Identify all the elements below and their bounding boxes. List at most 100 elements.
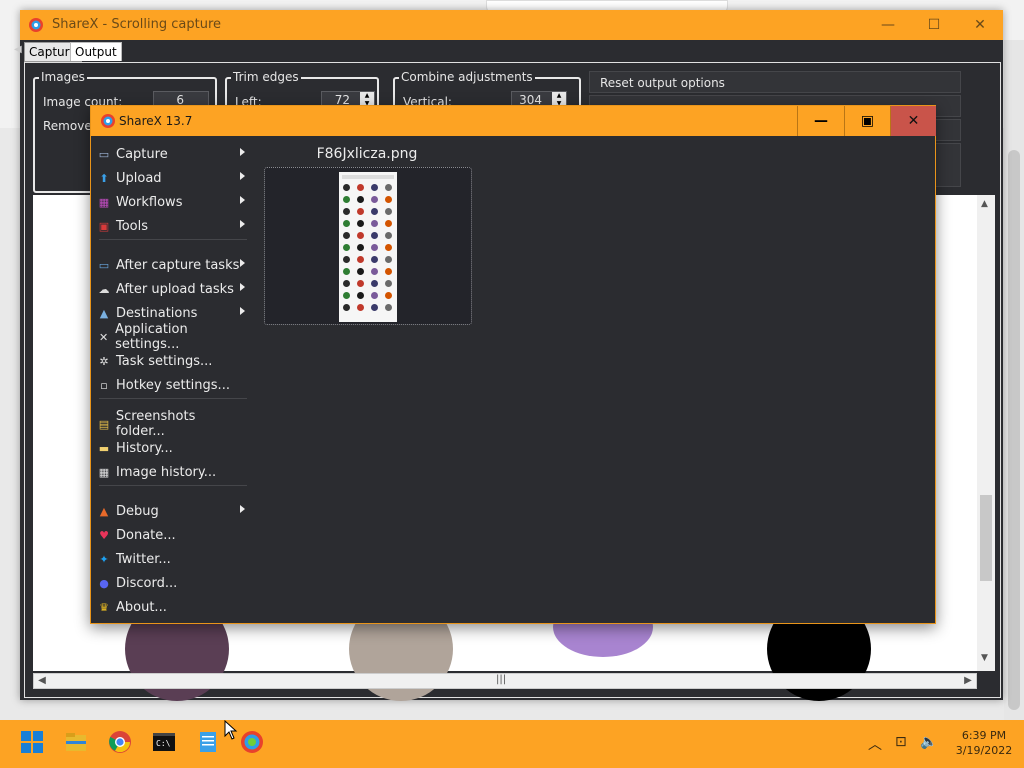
thumbnail-dot bbox=[385, 280, 392, 287]
clock-time: 6:39 PM bbox=[961, 729, 1007, 742]
tools-icon: ▣ bbox=[98, 219, 110, 233]
menu-item-after-capture-tasks[interactable]: ▭ After capture tasks bbox=[97, 254, 247, 276]
menu-item-label: Upload bbox=[116, 170, 162, 186]
menu-item-label: Tools bbox=[116, 218, 149, 234]
background-scroll-thumb[interactable] bbox=[1008, 150, 1020, 710]
reset-output-options-button[interactable]: Reset output options bbox=[589, 71, 961, 93]
thumbnail-dot bbox=[357, 208, 364, 215]
menu-item-task-settings[interactable]: ✲ Task settings... bbox=[97, 350, 247, 372]
thumbnail-filename: F86Jxlicza.png bbox=[316, 146, 418, 162]
thumbnail-dot bbox=[371, 208, 378, 215]
main-menu: ▭ Capture ⬆ Upload ▦ Workflows ▣ Tools ▭ After ca… bbox=[91, 136, 251, 623]
thumbnail-dot bbox=[385, 256, 392, 263]
thumbnail-card[interactable] bbox=[264, 167, 472, 325]
thumbnail-dot bbox=[343, 268, 350, 275]
menu-item-label: Workflows bbox=[116, 194, 183, 210]
start-icon[interactable] bbox=[20, 730, 44, 754]
menu-separator bbox=[99, 398, 247, 399]
background-scrollbar[interactable] bbox=[1004, 40, 1024, 720]
thumbnail-header bbox=[342, 175, 394, 179]
thumbnail-dot bbox=[357, 220, 364, 227]
scroll-left-icon[interactable]: ◀ bbox=[34, 674, 50, 688]
after-capture-icon: ▭ bbox=[98, 258, 110, 272]
menu-item-donate[interactable]: ♥ Donate... bbox=[97, 524, 247, 546]
menu-item-debug[interactable]: ▲ Debug bbox=[97, 500, 247, 522]
terminal-icon[interactable]: C:\ bbox=[152, 730, 176, 754]
thumbnail-dot bbox=[385, 268, 392, 275]
tab-scroll-left-icon[interactable]: ◀ bbox=[14, 44, 22, 55]
menu-item-application-settings[interactable]: ✕ Application settings... bbox=[97, 322, 247, 352]
thumbnail-dot bbox=[357, 268, 364, 275]
main-titlebar[interactable]: ShareX 13.7 — ▣ ✕ bbox=[91, 106, 936, 136]
sharex-logo-icon bbox=[101, 114, 115, 128]
chrome-icon[interactable] bbox=[108, 730, 132, 754]
submenu-arrow-icon bbox=[240, 259, 245, 267]
scroll-up-icon[interactable]: ▲ bbox=[981, 199, 988, 209]
menu-item-label: Twitter... bbox=[116, 551, 171, 567]
thumbnail-dot bbox=[357, 292, 364, 299]
menu-item-label: Screenshots folder... bbox=[115, 409, 196, 439]
menu-item-capture[interactable]: ▭ Capture bbox=[97, 143, 247, 165]
upload-icon: ⬆ bbox=[99, 171, 109, 185]
preview-scroll-thumb[interactable] bbox=[980, 495, 992, 581]
chevron-up-icon[interactable]: ︿ bbox=[868, 734, 882, 754]
preview-vertical-scrollbar[interactable]: ▲ ▼ bbox=[977, 195, 995, 671]
thumbnail-dot bbox=[385, 208, 392, 215]
thumbnail-dot bbox=[343, 196, 350, 203]
thumbnail-dot bbox=[343, 256, 350, 263]
close-button[interactable]: ✕ bbox=[957, 10, 1003, 40]
thumbnail-dot bbox=[357, 232, 364, 239]
thumbnail-dot bbox=[343, 208, 350, 215]
clock[interactable]: 6:39 PM 3/19/2022 bbox=[954, 728, 1014, 758]
menu-separator bbox=[99, 485, 247, 486]
menu-item-screenshots-folder[interactable]: ▤ Screenshots folder... bbox=[97, 409, 247, 439]
capture-icon: ▭ bbox=[98, 147, 110, 161]
sharex-icon[interactable] bbox=[240, 730, 264, 754]
h-scroll-thumb[interactable]: ||| bbox=[496, 674, 506, 685]
thumbnail-dot bbox=[357, 256, 364, 263]
discord-icon: ● bbox=[99, 576, 109, 590]
thumbnail-dot bbox=[343, 244, 350, 251]
main-close-button[interactable]: ✕ bbox=[890, 106, 936, 136]
maximize-button[interactable]: ☐ bbox=[911, 10, 957, 40]
main-maximize-button[interactable]: ▣ bbox=[844, 106, 890, 136]
scrolling-capture-titlebar[interactable]: ShareX - Scrolling capture — ☐ ✕ bbox=[20, 10, 1003, 40]
menu-item-discord[interactable]: ● Discord... bbox=[97, 572, 247, 594]
thumbnail-dot bbox=[371, 220, 378, 227]
tab-output[interactable]: Output bbox=[70, 42, 122, 61]
menu-item-history[interactable]: ▬ History... bbox=[97, 437, 247, 459]
menu-item-after-upload-tasks[interactable]: ☁ After upload tasks bbox=[97, 278, 247, 300]
menu-item-upload[interactable]: ⬆ Upload bbox=[97, 167, 247, 189]
menu-item-label: Application settings... bbox=[115, 322, 188, 352]
menu-item-image-history[interactable]: ▦ Image history... bbox=[97, 461, 247, 483]
debug-icon: ▲ bbox=[99, 504, 109, 518]
main-minimize-button[interactable]: — bbox=[797, 106, 844, 136]
thumbnail-dot bbox=[385, 196, 392, 203]
thumbnail-dot bbox=[357, 304, 364, 311]
submenu-arrow-icon bbox=[240, 505, 245, 513]
mouse-cursor-icon bbox=[224, 720, 238, 740]
menu-item-destinations[interactable]: ▲ Destinations bbox=[97, 302, 247, 324]
folder-icon: ▤ bbox=[98, 417, 110, 431]
menu-item-twitter[interactable]: ✦ Twitter... bbox=[97, 548, 247, 570]
notepad-icon[interactable] bbox=[196, 730, 220, 754]
volume-icon[interactable]: 🔈 bbox=[920, 734, 937, 750]
scroll-right-icon[interactable]: ▶ bbox=[960, 674, 976, 688]
thumbnail-dot bbox=[343, 304, 350, 311]
menu-item-tools[interactable]: ▣ Tools bbox=[97, 215, 247, 237]
menu-item-label: After capture tasks bbox=[116, 257, 240, 273]
menu-item-about[interactable]: ♛ About... bbox=[97, 596, 247, 618]
heart-icon: ♥ bbox=[99, 528, 109, 542]
preview-horizontal-scrollbar[interactable]: ◀ ||| ▶ bbox=[33, 673, 977, 689]
thumbnail-dot bbox=[371, 184, 378, 191]
menu-item-hotkey-settings[interactable]: ▫ Hotkey settings... bbox=[97, 374, 247, 396]
minimize-button[interactable]: — bbox=[865, 10, 911, 40]
network-icon[interactable]: ⊡ bbox=[895, 734, 907, 750]
file-explorer-icon[interactable] bbox=[64, 730, 88, 754]
thumbnail-dot bbox=[371, 304, 378, 311]
menu-item-workflows[interactable]: ▦ Workflows bbox=[97, 191, 247, 213]
thumbnail-dot bbox=[343, 280, 350, 287]
twitter-icon: ✦ bbox=[99, 552, 109, 566]
thumbnail-dot bbox=[357, 184, 364, 191]
scroll-down-icon[interactable]: ▼ bbox=[981, 653, 988, 663]
